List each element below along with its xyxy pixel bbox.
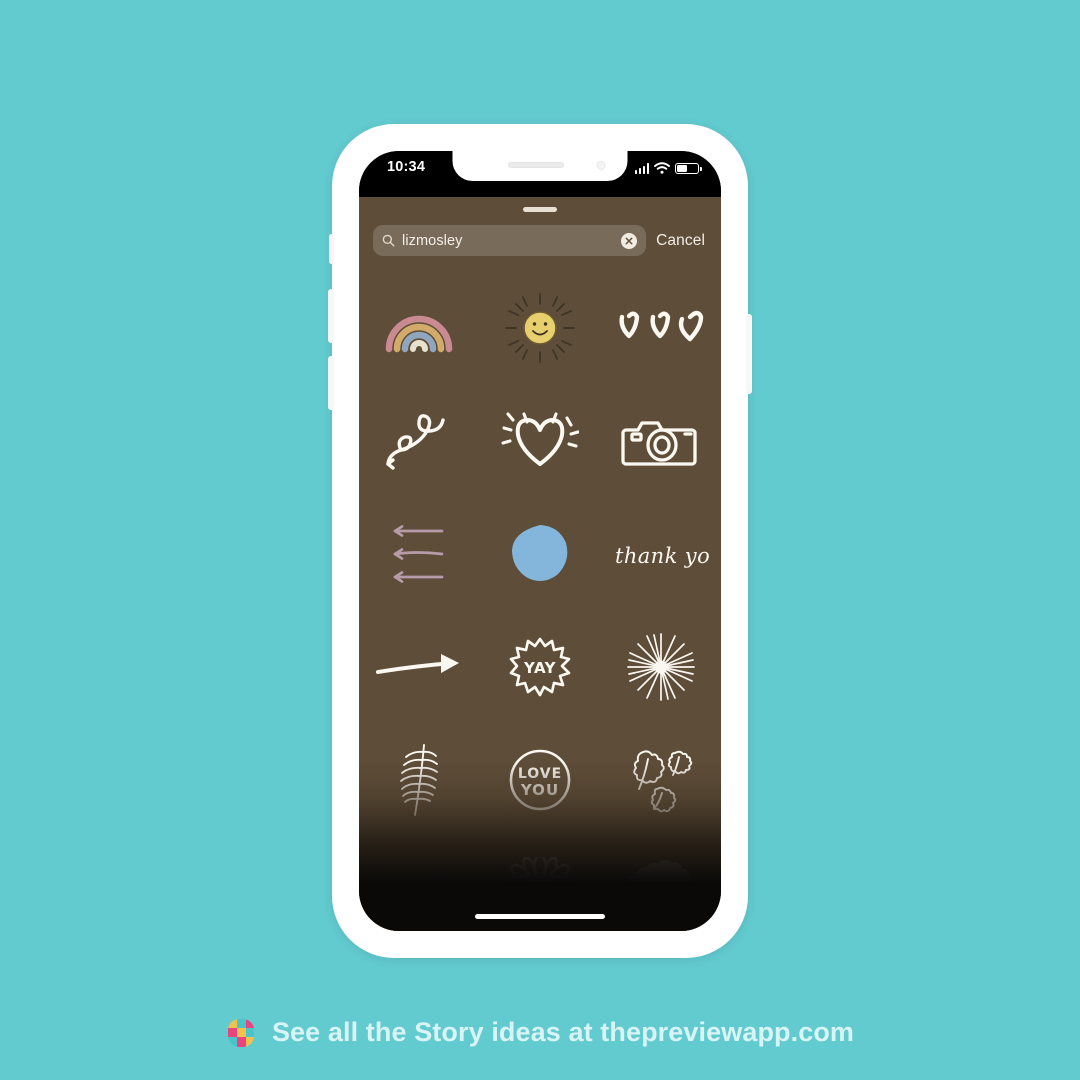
status-time: 10:34	[387, 159, 426, 175]
sticker-grid: thank you YAY	[359, 271, 721, 931]
phone-frame: lizmosley Cancel thank yo YAY LOVE YOU 1…	[328, 124, 752, 958]
speaker-grill-icon	[507, 162, 564, 168]
sticker-yay-burst[interactable]: YAY	[480, 610, 601, 723]
footer: See all the Story ideas at thepreviewapp…	[0, 1017, 1080, 1048]
drag-handle[interactable]	[523, 207, 557, 212]
sticker-thank-you-text[interactable]: thank you	[600, 497, 721, 610]
search-row: lizmosley Cancel	[359, 225, 721, 256]
sticker-camera[interactable]	[600, 384, 721, 497]
cellular-signal-icon	[634, 163, 649, 174]
power-button[interactable]	[746, 314, 752, 394]
sticker-three-hearts[interactable]	[600, 271, 721, 384]
status-indicators	[634, 162, 702, 174]
love-label: LOVE	[518, 766, 562, 782]
wifi-icon	[654, 162, 670, 174]
sticker-love-you-stamp[interactable]: LOVE YOU	[480, 723, 601, 836]
sticker-sheet-panel: lizmosley Cancel thank yo YAY LOVE YOU	[359, 151, 721, 931]
battery-fill	[677, 164, 687, 172]
front-camera-icon	[596, 161, 606, 170]
sticker-smiley-sun[interactable]	[480, 271, 601, 384]
sticker-leafy-vine[interactable]	[359, 384, 480, 497]
cancel-button[interactable]: Cancel	[656, 232, 707, 250]
sticker-long-arrow[interactable]	[359, 610, 480, 723]
status-bar: 10:34	[359, 151, 721, 197]
search-icon	[382, 234, 395, 247]
battery-icon	[675, 162, 702, 174]
home-indicator[interactable]	[475, 914, 605, 919]
sticker-checkbox-tick[interactable]	[359, 836, 480, 931]
preview-app-logo	[227, 1018, 254, 1047]
sticker-triple-arrows[interactable]	[359, 497, 480, 610]
volume-down-button[interactable]	[328, 356, 334, 410]
search-input-value: lizmosley	[402, 232, 463, 249]
footer-text: See all the Story ideas at thepreviewapp…	[271, 1017, 855, 1047]
notch	[452, 151, 628, 181]
sticker-blue-blob[interactable]	[480, 497, 601, 610]
sticker-oak-leaves[interactable]	[600, 723, 721, 836]
clear-circle-icon[interactable]	[621, 232, 638, 249]
sticker-rainbow[interactable]	[359, 271, 480, 384]
you-label: YOU	[520, 781, 559, 799]
sticker-fern-leaf[interactable]	[359, 723, 480, 836]
sticker-starburst[interactable]	[600, 610, 721, 723]
yay-label: YAY	[523, 659, 557, 677]
search-input[interactable]: lizmosley	[373, 225, 647, 256]
volume-up-button[interactable]	[328, 289, 334, 343]
thank-you-label: thank you	[615, 544, 709, 568]
silent-switch[interactable]	[329, 234, 334, 264]
sticker-rain-cloud[interactable]	[600, 836, 721, 931]
phone-screen: lizmosley Cancel thank yo YAY LOVE YOU 1…	[359, 151, 721, 931]
sticker-shining-heart[interactable]	[480, 384, 601, 497]
